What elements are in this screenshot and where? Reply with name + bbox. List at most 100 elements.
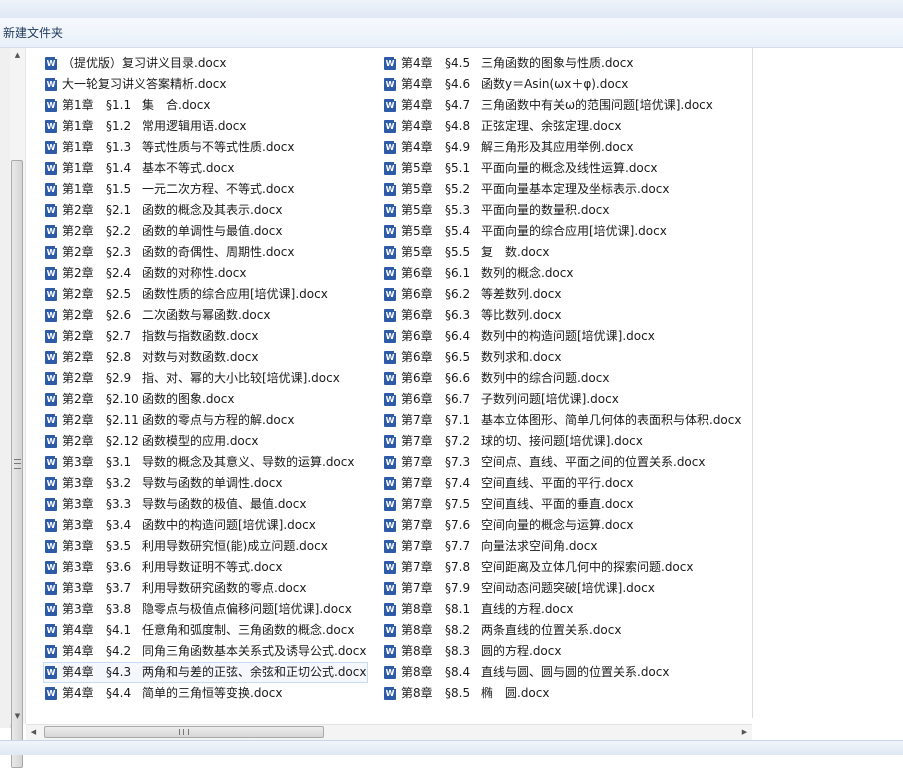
file-chapter-label: 第6章 [401,329,433,343]
word-document-icon: W [45,245,58,259]
file-name: 空间直线、平面的平行.docx [481,476,634,490]
file-item[interactable]: W 第6章 §6.2 等差数列.docx [382,284,741,305]
file-item[interactable]: W 第3章 §3.1 导数的概念及其意义、导数的运算.docx [43,452,368,473]
scroll-up-arrow[interactable]: ▲ [10,48,25,63]
file-section-label: §7.4 [445,476,471,490]
word-document-icon: W [45,203,58,217]
file-item[interactable]: W 第7章 §7.7 向量法求空间角.docx [382,536,741,557]
file-item[interactable]: W 第1章 §1.3 等式性质与不等式性质.docx [43,137,368,158]
file-list-pane: W （提优版）复习讲义目录.docx W 大一轮复习讲义答案精析.docx W 第1章 §1… [26,48,753,718]
file-item[interactable]: W 第8章 §8.1 直线的方程.docx [382,599,741,620]
file-item[interactable]: W 第5章 §5.5 复 数.docx [382,242,741,263]
file-item[interactable]: W 第4章 §4.9 解三角形及其应用举例.docx [382,137,741,158]
word-document-icon: W [45,434,58,448]
file-item[interactable]: W 第1章 §1.1 集 合.docx [43,95,368,116]
file-item[interactable]: W 第6章 §6.4 数列中的构造问题[培优课].docx [382,326,741,347]
file-item[interactable]: W 第6章 §6.7 子数列问题[培优课].docx [382,389,741,410]
file-chapter-label: 第1章 [62,140,94,154]
file-section-label: §4.1 [106,623,132,637]
file-item[interactable]: W 第7章 §7.4 空间直线、平面的平行.docx [382,473,741,494]
file-item[interactable]: W 第2章 §2.1 函数的概念及其表示.docx [43,200,368,221]
file-item[interactable]: W 第2章 §2.4 函数的对称性.docx [43,263,368,284]
file-name: 简单的三角恒等变换.docx [142,686,283,700]
file-item[interactable]: W 第7章 §7.6 空间向量的概念与运算.docx [382,515,741,536]
scroll-down-arrow[interactable]: ▼ [10,709,25,724]
vertical-scrollbar[interactable]: ▲ ▼ [10,48,26,768]
file-item[interactable]: W 第4章 §4.1 任意角和弧度制、三角函数的概念.docx [43,620,368,641]
file-name: 平面向量基本定理及坐标表示.docx [481,182,670,196]
file-item[interactable]: W 第4章 §4.8 正弦定理、余弦定理.docx [382,116,741,137]
file-item[interactable]: W 第6章 §6.6 数列中的综合问题.docx [382,368,741,389]
file-name: 两条直线的位置关系.docx [481,623,622,637]
file-item[interactable]: W 第2章 §2.9 指、对、幂的大小比较[培优课].docx [43,368,368,389]
word-document-icon: W [384,371,397,385]
file-item[interactable]: W 第3章 §3.4 函数中的构造问题[培优课].docx [43,515,368,536]
file-item[interactable]: W 第1章 §1.4 基本不等式.docx [43,158,368,179]
file-item[interactable]: W 第2章 §2.7 指数与指数函数.docx [43,326,368,347]
file-item[interactable]: W 第2章 §2.5 函数性质的综合应用[培优课].docx [43,284,368,305]
file-chapter-label: 第4章 [401,140,433,154]
file-item[interactable]: W 第7章 §7.3 空间点、直线、平面之间的位置关系.docx [382,452,741,473]
file-item[interactable]: W 第1章 §1.2 常用逻辑用语.docx [43,116,368,137]
file-item[interactable]: W 第4章 §4.4 简单的三角恒等变换.docx [43,683,368,704]
word-document-icon: W [384,56,397,70]
file-chapter-label: 第6章 [401,308,433,322]
file-item[interactable]: W 第7章 §7.8 空间距离及立体几何中的探索问题.docx [382,557,741,578]
file-item[interactable]: W 第3章 §3.5 利用导数研究恒(能)成立问题.docx [43,536,368,557]
file-item[interactable]: W 第2章 §2.12 函数模型的应用.docx [43,431,368,452]
file-item[interactable]: W 第2章 §2.3 函数的奇偶性、周期性.docx [43,242,368,263]
file-item[interactable]: W 第7章 §7.5 空间直线、平面的垂直.docx [382,494,741,515]
file-item[interactable]: W 大一轮复习讲义答案精析.docx [43,74,368,95]
file-chapter-label: 第7章 [401,539,433,553]
file-chapter-label: 第2章 [62,224,94,238]
file-item[interactable]: W 第7章 §7.1 基本立体图形、简单几何体的表面积与体积.docx [382,410,741,431]
vertical-scroll-thumb[interactable] [11,160,23,768]
file-item[interactable]: W 第5章 §5.2 平面向量基本定理及坐标表示.docx [382,179,741,200]
scroll-right-arrow[interactable]: ▶ [737,725,752,740]
file-item[interactable]: W 第4章 §4.5 三角函数的图象与性质.docx [382,53,741,74]
file-name: 一元二次方程、不等式.docx [142,182,295,196]
scroll-left-arrow[interactable]: ◀ [26,725,41,740]
word-document-icon: W [384,287,397,301]
file-item[interactable]: W 第2章 §2.8 对数与对数函数.docx [43,347,368,368]
file-item[interactable]: W 第5章 §5.3 平面向量的数量积.docx [382,200,741,221]
file-item[interactable]: W 第4章 §4.7 三角函数中有关ω的范围问题[培优课].docx [382,95,741,116]
file-chapter-label: 第4章 [62,686,94,700]
file-chapter-label: 第4章 [401,56,433,70]
file-item[interactable]: W 第6章 §6.1 数列的概念.docx [382,263,741,284]
file-item[interactable]: W 第6章 §6.5 数列求和.docx [382,347,741,368]
file-item[interactable]: W （提优版）复习讲义目录.docx [43,53,368,74]
file-item[interactable]: W 第2章 §2.10 函数的图象.docx [43,389,368,410]
horizontal-scroll-thumb[interactable] [44,726,324,738]
file-item[interactable]: W 第4章 §4.6 函数y＝Asin(ωx＋φ).docx [382,74,741,95]
file-item[interactable]: W 第3章 §3.3 导数与函数的极值、最值.docx [43,494,368,515]
file-item[interactable]: W 第6章 §6.3 等比数列.docx [382,305,741,326]
file-item[interactable]: W 第3章 §3.6 利用导数证明不等式.docx [43,557,368,578]
file-item[interactable]: W 第2章 §2.11 函数的零点与方程的解.docx [43,410,368,431]
file-section-label: §5.4 [445,224,471,238]
file-item[interactable]: W 第8章 §8.5 椭 圆.docx [382,683,741,704]
file-item[interactable]: W 第3章 §3.2 导数与函数的单调性.docx [43,473,368,494]
file-chapter-label: 第7章 [401,518,433,532]
file-item[interactable]: W 第7章 §7.9 空间动态问题突破[培优课].docx [382,578,741,599]
word-document-icon: W [384,413,397,427]
file-item[interactable]: W 第4章 §4.2 同角三角函数基本关系式及诱导公式.docx [43,641,368,662]
file-section-label: §7.8 [445,560,471,574]
file-name: 函数的概念及其表示.docx [142,203,283,217]
file-item[interactable]: W 第7章 §7.2 球的切、接问题[培优课].docx [382,431,741,452]
word-document-icon: W [384,203,397,217]
horizontal-scrollbar[interactable]: ◀ ▶ [26,724,752,740]
file-item[interactable]: W 第1章 §1.5 一元二次方程、不等式.docx [43,179,368,200]
file-item[interactable]: W 第5章 §5.4 平面向量的综合应用[培优课].docx [382,221,741,242]
file-item[interactable]: W 第8章 §8.4 直线与圆、圆与圆的位置关系.docx [382,662,741,683]
file-item[interactable]: W 第3章 §3.7 利用导数研究函数的零点.docx [43,578,368,599]
file-item[interactable]: W 第4章 §4.3 两角和与差的正弦、余弦和正切公式.docx [43,662,368,683]
file-item[interactable]: W 第3章 §3.8 隐零点与极值点偏移问题[培优课].docx [43,599,368,620]
file-item[interactable]: W 第2章 §2.2 函数的单调性与最值.docx [43,221,368,242]
file-item[interactable]: W 第8章 §8.2 两条直线的位置关系.docx [382,620,741,641]
file-item[interactable]: W 第8章 §8.3 圆的方程.docx [382,641,741,662]
word-document-icon: W [384,266,397,280]
file-item[interactable]: W 第5章 §5.1 平面向量的概念及线性运算.docx [382,158,741,179]
file-section-label: §2.12 [106,434,139,448]
file-item[interactable]: W 第2章 §2.6 二次函数与幂函数.docx [43,305,368,326]
